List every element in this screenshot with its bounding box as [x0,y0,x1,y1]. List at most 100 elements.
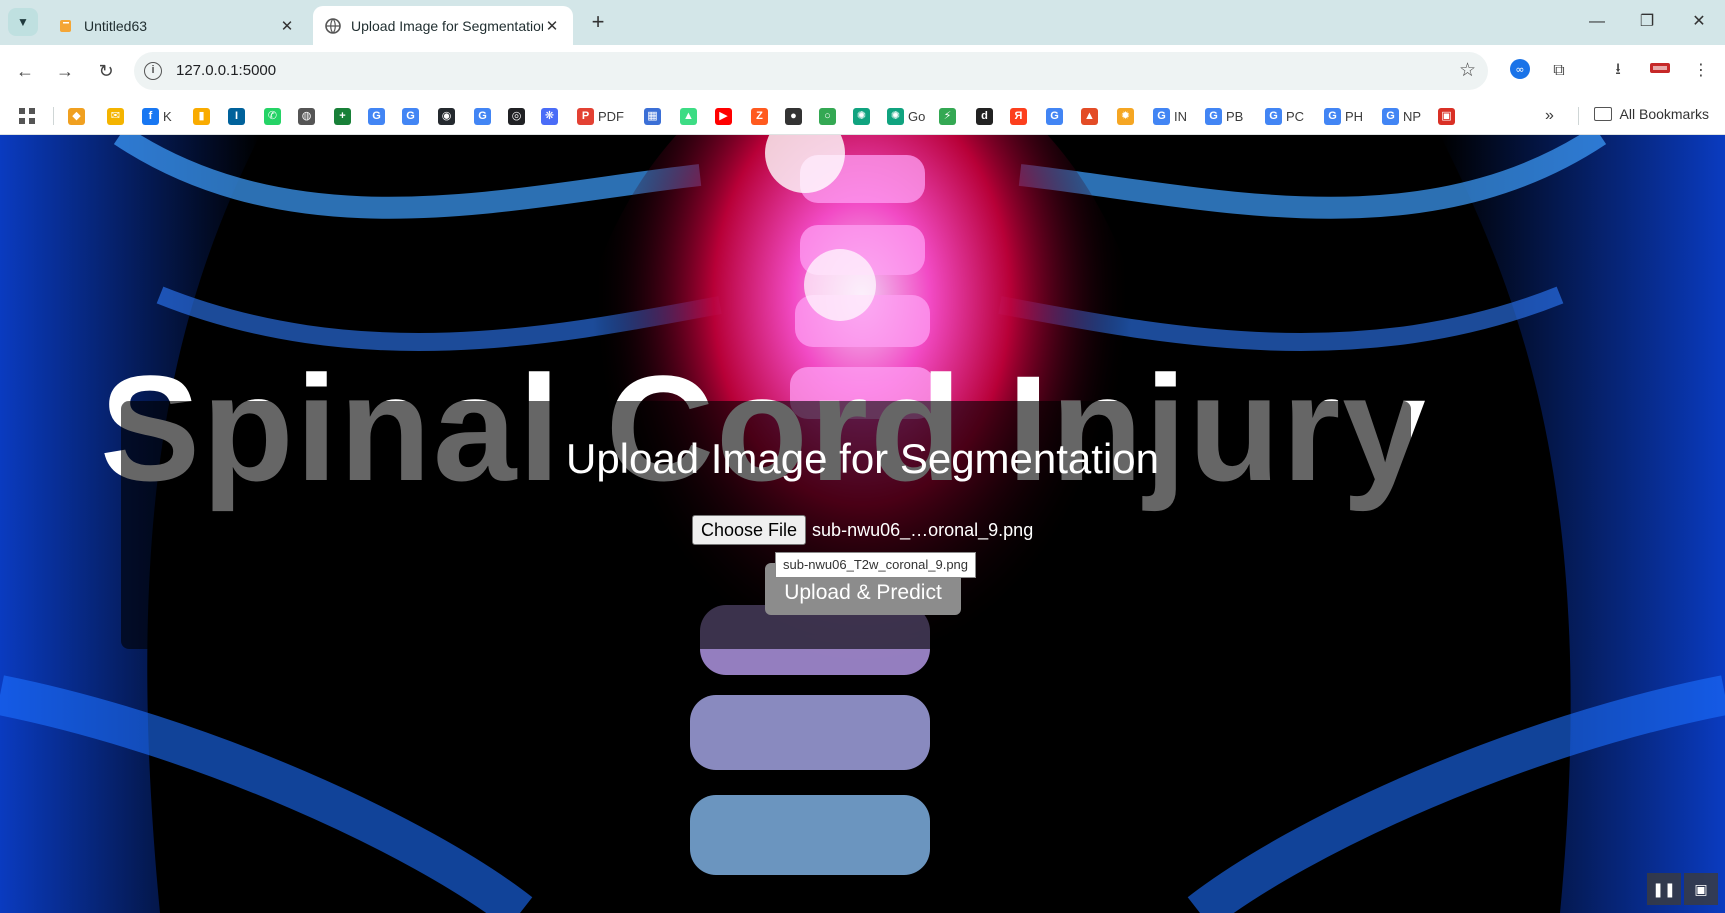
bookmark-star-icon[interactable]: ☆ [1459,59,1476,82]
bookmark-favicon-icon: f [142,107,159,125]
bookmark-item[interactable]: ✉ [107,106,128,126]
bookmark-favicon-icon: G [1382,107,1399,125]
bookmark-label: PDF [598,108,624,124]
bookmark-item[interactable]: ▣ [1438,106,1459,126]
all-bookmarks-label: All Bookmarks [1619,106,1709,122]
bookmark-item[interactable]: ○ [819,106,840,126]
bookmark-label: NP [1403,108,1422,124]
tab-strip: ▼ Untitled63 ✕ Upload Image for Segmenta… [0,0,1725,45]
bookmarks-overflow-button[interactable]: » [1545,106,1554,126]
bookmark-favicon-icon: d [976,107,993,125]
extensions-icon[interactable]: ⧉ [1546,58,1572,84]
reload-icon[interactable]: ↻ [92,57,120,85]
bookmark-item[interactable]: fK [142,106,172,126]
download-icon[interactable]: ⭳ [1605,57,1631,83]
bookmark-favicon-icon: ✉ [107,107,124,125]
picture-in-picture-icon[interactable]: ▣ [1684,873,1718,905]
bookmark-item[interactable]: ⚡ [939,106,960,126]
back-arrow-icon[interactable]: ← [11,57,39,85]
page-heading: Upload Image for Segmentation [565,435,1160,482]
bookmark-favicon-icon: ❋ [541,107,558,125]
bookmark-label: K [163,108,172,124]
bookmark-favicon-icon: ▲ [1081,107,1098,125]
bookmark-favicon-icon: G [474,107,491,125]
tab-title: Upload Image for Segmentation [351,17,543,34]
browser-toolbar: ← → ↻ i 127.0.0.1:5000 ☆ ∞ ⧉ ⭳ ⋮ [0,45,1725,97]
bookmark-item[interactable]: ✺ Go [887,106,925,126]
bookmark-favicon-icon: ◍ [298,107,315,125]
bookmark-item[interactable]: G PH [1324,106,1363,126]
address-bar[interactable]: i 127.0.0.1:5000 ☆ [134,52,1488,90]
bookmark-favicon-icon: ✹ [1117,107,1134,125]
all-bookmarks-button[interactable]: All Bookmarks [1593,106,1709,122]
bookmark-favicon-icon: Z [751,107,768,125]
bookmark-item[interactable]: ◆ [68,106,89,126]
bookmark-favicon-icon: ▦ [644,107,661,125]
menu-kebab-icon[interactable]: ⋮ [1688,58,1714,84]
web-page: Spinal Cord Injury Upload Image for Segm… [0,135,1725,913]
bookmark-item[interactable]: G PB [1205,106,1243,126]
bookmark-item[interactable]: G [368,106,389,126]
site-info-icon[interactable]: i [144,62,162,80]
bookmark-favicon-icon: ◎ [508,107,525,125]
bookmark-item[interactable]: ▲ [1081,106,1102,126]
forward-arrow-icon[interactable]: → [51,57,79,85]
tab-untitled63[interactable]: Untitled63 ✕ [46,6,308,45]
profile-extension-icon[interactable]: ∞ [1507,58,1533,84]
bookmark-favicon-icon: G [1265,107,1282,125]
close-icon[interactable]: ✕ [543,17,561,35]
bookmark-item[interactable]: ❋ [541,106,562,126]
bookmark-favicon-icon: ○ [819,107,836,125]
bookmark-item[interactable]: ◍ [298,106,319,126]
svg-text:∞: ∞ [1515,63,1524,76]
bookmark-item[interactable]: ▦ [644,106,665,126]
notebook-icon [58,18,74,34]
minimize-button[interactable]: — [1575,8,1619,36]
bookmark-item[interactable]: ▮ [193,106,214,126]
bookmark-favicon-icon: ◆ [68,107,85,125]
bookmark-label: Go [908,108,926,124]
bookmark-item[interactable]: ✺ [853,106,874,126]
bookmark-favicon-icon: G [1153,107,1170,125]
bookmark-item[interactable]: G IN [1153,106,1187,126]
bookmark-favicon-icon: Я [1010,107,1027,125]
choose-file-button[interactable]: Choose File [692,515,807,545]
bookmark-item[interactable]: G [474,106,495,126]
new-tab-button[interactable]: + [585,9,611,35]
window-close-button[interactable]: ✕ [1677,8,1721,36]
bookmark-item[interactable]: P PDF [577,106,624,126]
bookmark-favicon-icon: ✺ [887,107,904,125]
bookmark-item[interactable]: ◉ [438,106,459,126]
bookmark-favicon-icon: ▣ [1438,107,1455,125]
bookmark-item[interactable]: ✹ [1117,106,1138,126]
pause-icon[interactable]: ❚❚ [1647,873,1681,905]
file-input[interactable]: Choose File sub-nwu06_…oronal_9.png [692,515,1033,545]
apps-grid-icon[interactable] [18,106,36,126]
bookmark-item[interactable]: + [334,106,355,126]
bookmark-favicon-icon: ● [785,107,802,125]
selected-file-name: sub-nwu06_…oronal_9.png [812,519,1034,540]
tab-upload-image[interactable]: Upload Image for Segmentation ✕ [313,6,573,45]
bookmark-favicon-icon: I [228,107,245,125]
bookmark-item[interactable]: ● [785,106,806,126]
bookmark-item[interactable]: I [228,106,249,126]
bookmark-item[interactable]: ▲ [680,106,701,126]
bookmark-item[interactable]: G [402,106,423,126]
bookmark-favicon-icon: ⚡ [939,107,956,125]
tab-search-button[interactable]: ▼ [8,8,38,36]
bookmark-item[interactable]: G PC [1265,106,1304,126]
extension-red-icon[interactable] [1647,58,1673,84]
bookmark-item[interactable]: ◎ [508,106,529,126]
bookmark-item[interactable]: G [1046,106,1067,126]
bookmark-item[interactable]: ✆ [264,106,285,126]
bookmark-item[interactable]: Z [751,106,772,126]
bookmark-item[interactable]: d [976,106,997,126]
tab-title: Untitled63 [84,17,148,34]
bookmark-item[interactable]: G NP [1382,106,1421,126]
bookmark-item[interactable]: Я [1010,106,1031,126]
bookmark-item[interactable]: ▶ [715,106,736,126]
close-icon[interactable]: ✕ [278,17,296,35]
restore-button[interactable]: ❐ [1625,8,1669,36]
bookmark-label: PB [1226,108,1244,124]
bookmark-favicon-icon: + [334,107,351,125]
